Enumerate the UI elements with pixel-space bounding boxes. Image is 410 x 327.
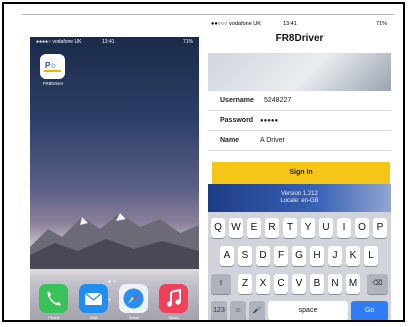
sign-in-button[interactable]: Sign In (212, 162, 390, 184)
key-j[interactable]: J (328, 246, 342, 266)
safari-icon[interactable] (119, 284, 148, 313)
version-text: Version 1.212 (281, 191, 318, 197)
key-p[interactable]: P (373, 218, 387, 238)
mail-icon[interactable] (79, 284, 108, 313)
divider (22, 14, 394, 15)
delete-key[interactable]: ⌫ (367, 274, 388, 294)
username-field[interactable]: 5248227 (264, 91, 291, 111)
screenshot-frame: ●●●●○ vodafone UK 13:41 71% P O FR8Drive… (2, 2, 405, 322)
username-label: Username (220, 97, 254, 104)
page-dots (108, 270, 122, 301)
shift-key[interactable]: ⇧ (211, 274, 231, 294)
battery-text: 71% (375, 21, 387, 27)
svg-text:O: O (51, 64, 56, 70)
key-m[interactable]: M (346, 274, 360, 294)
go-key[interactable]: Go (351, 301, 388, 320)
keyboard: Q W E R T Y U I O P A S D F G H J K L ⇧ … (208, 212, 391, 320)
app-status-bar: ●●○○○ vodafone UK 13:41 71% (208, 19, 391, 29)
battery-text: 71% (182, 39, 193, 45)
key-c[interactable]: C (274, 274, 288, 294)
header-banner-image (208, 53, 391, 91)
password-label: Password (220, 117, 254, 124)
key-g[interactable]: G (292, 246, 306, 266)
key-z[interactable]: Z (238, 274, 252, 294)
phone-icon[interactable] (39, 284, 68, 313)
home-screen: ●●●●○ vodafone UK 13:41 71% P O FR8Drive… (30, 37, 199, 320)
password-field[interactable]: ●●●●● (260, 111, 278, 131)
key-k[interactable]: K (346, 246, 360, 266)
space-key[interactable]: space (268, 301, 348, 320)
emoji-key[interactable]: ☺ (230, 301, 246, 320)
key-w[interactable]: W (229, 218, 243, 238)
name-label: Name (220, 137, 240, 144)
key-i[interactable]: I (337, 218, 351, 238)
key-d[interactable]: D (256, 246, 270, 266)
username-row[interactable]: Username 5248227 (208, 91, 391, 111)
name-field[interactable]: A Driver (260, 131, 285, 151)
key-v[interactable]: V (292, 274, 306, 294)
carrier-text: ●●●●○ vodafone UK (36, 39, 82, 45)
key-s[interactable]: S (238, 246, 252, 266)
mic-key[interactable]: 🎤 (249, 301, 265, 320)
key-h[interactable]: H (310, 246, 324, 266)
key-l[interactable]: L (364, 246, 378, 266)
password-row[interactable]: Password ●●●●● (208, 111, 391, 131)
version-info: Version 1.212 Locale: en-GB (208, 191, 391, 205)
app-icon-label: FR8Driver (42, 81, 64, 86)
name-row[interactable]: Name A Driver (208, 131, 391, 151)
key-e[interactable]: E (247, 218, 261, 238)
key-x[interactable]: X (256, 274, 270, 294)
numbers-key[interactable]: 123 (211, 301, 227, 320)
key-q[interactable]: Q (211, 218, 225, 238)
pao-logo-icon: P O (43, 58, 62, 74)
key-f[interactable]: F (274, 246, 288, 266)
carrier-text: ●●○○○ vodafone UK (211, 21, 261, 27)
music-icon[interactable] (159, 284, 188, 313)
dock-label-music: Music (168, 315, 180, 320)
nav-title: FR8Driver (275, 33, 324, 44)
clock-text: 13:41 (102, 39, 115, 45)
key-y[interactable]: Y (301, 218, 315, 238)
dock-label-mail: Mail (90, 315, 98, 320)
fr8driver-app-screen: ●●○○○ vodafone UK 13:41 71% FR8Driver Us… (208, 19, 391, 320)
key-a[interactable]: A (220, 246, 234, 266)
key-r[interactable]: R (265, 218, 279, 238)
key-t[interactable]: T (283, 218, 297, 238)
key-n[interactable]: N (328, 274, 342, 294)
key-b[interactable]: B (310, 274, 324, 294)
clock-text: 13:41 (283, 21, 297, 27)
key-o[interactable]: O (355, 218, 369, 238)
wallpaper-mountains (30, 213, 199, 269)
dock-label-phone: Phone (48, 315, 60, 320)
fr8driver-app-icon[interactable]: P O (40, 54, 65, 79)
home-status-bar: ●●●●○ vodafone UK 13:41 71% (30, 37, 199, 47)
dock: Phone Mail Safari Music (30, 275, 199, 320)
key-u[interactable]: U (319, 218, 333, 238)
dock-label-safari: Safari (128, 315, 140, 320)
locale-text: Locale: en-GB (280, 198, 319, 204)
